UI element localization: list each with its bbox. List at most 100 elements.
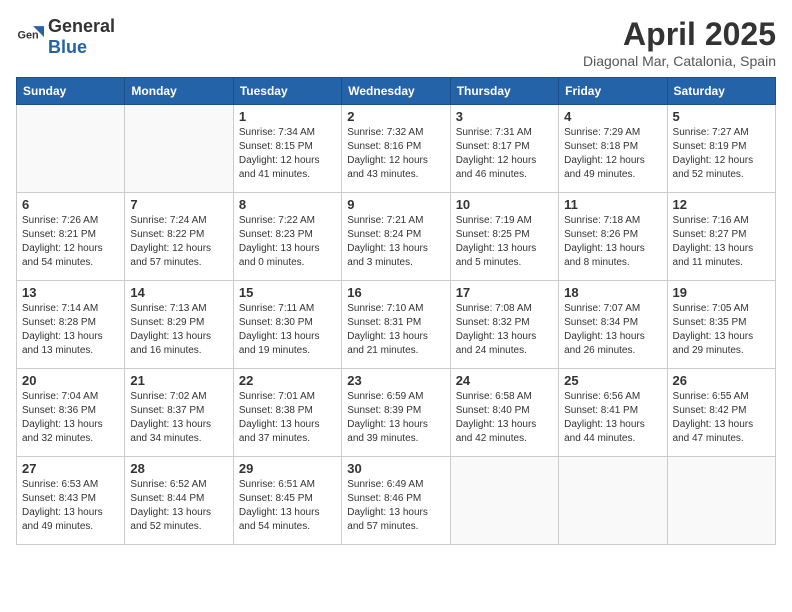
day-info: Sunrise: 7:34 AMSunset: 8:15 PMDaylight:… xyxy=(239,126,336,182)
calendar-cell: 30 Sunrise: 6:49 AMSunset: 8:46 PMDayligh… xyxy=(342,457,450,545)
calendar-cell: 8 Sunrise: 7:22 AMSunset: 8:23 PMDaylight… xyxy=(233,193,341,281)
calendar-cell: 19 Sunrise: 7:05 AMSunset: 8:35 PMDayligh… xyxy=(667,281,775,369)
calendar-cell: 2Sunrise: 7:32 AMSunset: 8:16 PMDaylight… xyxy=(342,105,450,193)
day-number: 25 xyxy=(564,373,661,388)
day-number: 16 xyxy=(347,285,444,300)
day-info: Sunrise: 7:13 AMSunset: 8:29 PMDaylight:… xyxy=(130,302,227,358)
day-info: Sunrise: 7:18 AMSunset: 8:26 PMDaylight:… xyxy=(564,214,661,270)
day-number: 18 xyxy=(564,285,661,300)
calendar-cell: 22Sunrise: 7:01 AMSunset: 8:38 PMDayligh… xyxy=(233,369,341,457)
day-info: Sunrise: 7:26 AMSunset: 8:21 PMDaylight:… xyxy=(22,214,119,270)
header-tuesday: Tuesday xyxy=(233,78,341,105)
day-number: 4 xyxy=(564,109,661,124)
day-number: 19 xyxy=(673,285,770,300)
calendar-cell xyxy=(667,457,775,545)
calendar-cell: 13 Sunrise: 7:14 AMSunset: 8:28 PMDayligh… xyxy=(17,281,125,369)
calendar-cell: 1Sunrise: 7:34 AMSunset: 8:15 PMDaylight… xyxy=(233,105,341,193)
day-info: Sunrise: 7:19 AMSunset: 8:25 PMDaylight:… xyxy=(456,214,553,270)
day-info: Sunrise: 7:10 AMSunset: 8:31 PMDaylight:… xyxy=(347,302,444,358)
week-row-2: 6Sunrise: 7:26 AMSunset: 8:21 PMDaylight… xyxy=(17,193,776,281)
day-number: 9 xyxy=(347,197,444,212)
header-thursday: Thursday xyxy=(450,78,558,105)
week-row-3: 13 Sunrise: 7:14 AMSunset: 8:28 PMDayligh… xyxy=(17,281,776,369)
day-info: Sunrise: 6:55 AMSunset: 8:42 PMDaylight:… xyxy=(673,390,770,446)
day-info: Sunrise: 7:08 AMSunset: 8:32 PMDaylight:… xyxy=(456,302,553,358)
calendar-cell: 24 Sunrise: 6:58 AMSunset: 8:40 PMDayligh… xyxy=(450,369,558,457)
calendar-cell: 21Sunrise: 7:02 AMSunset: 8:37 PMDayligh… xyxy=(125,369,233,457)
header-sunday: Sunday xyxy=(17,78,125,105)
calendar-cell: 17 Sunrise: 7:08 AMSunset: 8:32 PMDayligh… xyxy=(450,281,558,369)
day-number: 24 xyxy=(456,373,553,388)
day-info: Sunrise: 6:59 AMSunset: 8:39 PMDaylight:… xyxy=(347,390,444,446)
calendar-cell: 23 Sunrise: 6:59 AMSunset: 8:39 PMDayligh… xyxy=(342,369,450,457)
calendar-cell: 7Sunrise: 7:24 AMSunset: 8:22 PMDaylight… xyxy=(125,193,233,281)
day-number: 23 xyxy=(347,373,444,388)
day-number: 27 xyxy=(22,461,119,476)
calendar-cell: 18 Sunrise: 7:07 AMSunset: 8:34 PMDayligh… xyxy=(559,281,667,369)
calendar-cell xyxy=(17,105,125,193)
calendar-cell: 25 Sunrise: 6:56 AMSunset: 8:41 PMDayligh… xyxy=(559,369,667,457)
day-number: 2 xyxy=(347,109,444,124)
day-info: Sunrise: 7:14 AMSunset: 8:28 PMDaylight:… xyxy=(22,302,119,358)
calendar-cell xyxy=(450,457,558,545)
svg-text:Gen: Gen xyxy=(18,30,39,42)
logo-blue: Blue xyxy=(48,37,87,57)
calendar-cell xyxy=(125,105,233,193)
calendar-cell: 26Sunrise: 6:55 AMSunset: 8:42 PMDayligh… xyxy=(667,369,775,457)
day-number: 15 xyxy=(239,285,336,300)
day-info: Sunrise: 6:58 AMSunset: 8:40 PMDaylight:… xyxy=(456,390,553,446)
day-info: Sunrise: 7:07 AMSunset: 8:34 PMDaylight:… xyxy=(564,302,661,358)
calendar-cell: 3 Sunrise: 7:31 AMSunset: 8:17 PMDaylight… xyxy=(450,105,558,193)
calendar-cell: 28 Sunrise: 6:52 AMSunset: 8:44 PMDayligh… xyxy=(125,457,233,545)
day-info: Sunrise: 7:31 AMSunset: 8:17 PMDaylight:… xyxy=(456,126,553,182)
day-number: 30 xyxy=(347,461,444,476)
header-monday: Monday xyxy=(125,78,233,105)
logo-icon: Gen xyxy=(16,23,44,51)
header-wednesday: Wednesday xyxy=(342,78,450,105)
title-block: April 2025 Diagonal Mar, Catalonia, Spai… xyxy=(583,16,776,69)
page-header: Gen General Blue April 2025 Diagonal Mar… xyxy=(16,16,776,69)
logo: Gen General Blue xyxy=(16,16,115,58)
day-number: 5 xyxy=(673,109,770,124)
day-number: 22 xyxy=(239,373,336,388)
day-number: 12 xyxy=(673,197,770,212)
header-row: SundayMondayTuesdayWednesdayThursdayFrid… xyxy=(17,78,776,105)
calendar-cell: 11Sunrise: 7:18 AMSunset: 8:26 PMDayligh… xyxy=(559,193,667,281)
day-info: Sunrise: 7:02 AMSunset: 8:37 PMDaylight:… xyxy=(130,390,227,446)
calendar-cell: 6Sunrise: 7:26 AMSunset: 8:21 PMDaylight… xyxy=(17,193,125,281)
calendar-cell: 29 Sunrise: 6:51 AMSunset: 8:45 PMDayligh… xyxy=(233,457,341,545)
day-info: Sunrise: 7:29 AMSunset: 8:18 PMDaylight:… xyxy=(564,126,661,182)
day-info: Sunrise: 7:27 AMSunset: 8:19 PMDaylight:… xyxy=(673,126,770,182)
calendar-cell: 9 Sunrise: 7:21 AMSunset: 8:24 PMDaylight… xyxy=(342,193,450,281)
calendar-cell: 4 Sunrise: 7:29 AMSunset: 8:18 PMDaylight… xyxy=(559,105,667,193)
day-info: Sunrise: 7:16 AMSunset: 8:27 PMDaylight:… xyxy=(673,214,770,270)
header-saturday: Saturday xyxy=(667,78,775,105)
day-number: 29 xyxy=(239,461,336,476)
day-info: Sunrise: 6:49 AMSunset: 8:46 PMDaylight:… xyxy=(347,478,444,534)
logo-general: General xyxy=(48,16,115,36)
day-number: 10 xyxy=(456,197,553,212)
calendar-cell: 5 Sunrise: 7:27 AMSunset: 8:19 PMDaylight… xyxy=(667,105,775,193)
day-number: 13 xyxy=(22,285,119,300)
day-number: 28 xyxy=(130,461,227,476)
day-number: 20 xyxy=(22,373,119,388)
day-number: 7 xyxy=(130,197,227,212)
day-info: Sunrise: 7:11 AMSunset: 8:30 PMDaylight:… xyxy=(239,302,336,358)
day-info: Sunrise: 6:56 AMSunset: 8:41 PMDaylight:… xyxy=(564,390,661,446)
day-info: Sunrise: 7:21 AMSunset: 8:24 PMDaylight:… xyxy=(347,214,444,270)
day-number: 3 xyxy=(456,109,553,124)
day-number: 17 xyxy=(456,285,553,300)
day-info: Sunrise: 7:05 AMSunset: 8:35 PMDaylight:… xyxy=(673,302,770,358)
calendar-cell: 16 Sunrise: 7:10 AMSunset: 8:31 PMDayligh… xyxy=(342,281,450,369)
day-number: 8 xyxy=(239,197,336,212)
day-info: Sunrise: 6:51 AMSunset: 8:45 PMDaylight:… xyxy=(239,478,336,534)
calendar-cell: 10 Sunrise: 7:19 AMSunset: 8:25 PMDayligh… xyxy=(450,193,558,281)
calendar-cell xyxy=(559,457,667,545)
calendar-cell: 12 Sunrise: 7:16 AMSunset: 8:27 PMDayligh… xyxy=(667,193,775,281)
day-info: Sunrise: 6:52 AMSunset: 8:44 PMDaylight:… xyxy=(130,478,227,534)
day-info: Sunrise: 7:22 AMSunset: 8:23 PMDaylight:… xyxy=(239,214,336,270)
calendar-table: SundayMondayTuesdayWednesdayThursdayFrid… xyxy=(16,77,776,545)
week-row-1: 1Sunrise: 7:34 AMSunset: 8:15 PMDaylight… xyxy=(17,105,776,193)
day-info: Sunrise: 6:53 AMSunset: 8:43 PMDaylight:… xyxy=(22,478,119,534)
week-row-5: 27 Sunrise: 6:53 AMSunset: 8:43 PMDayligh… xyxy=(17,457,776,545)
